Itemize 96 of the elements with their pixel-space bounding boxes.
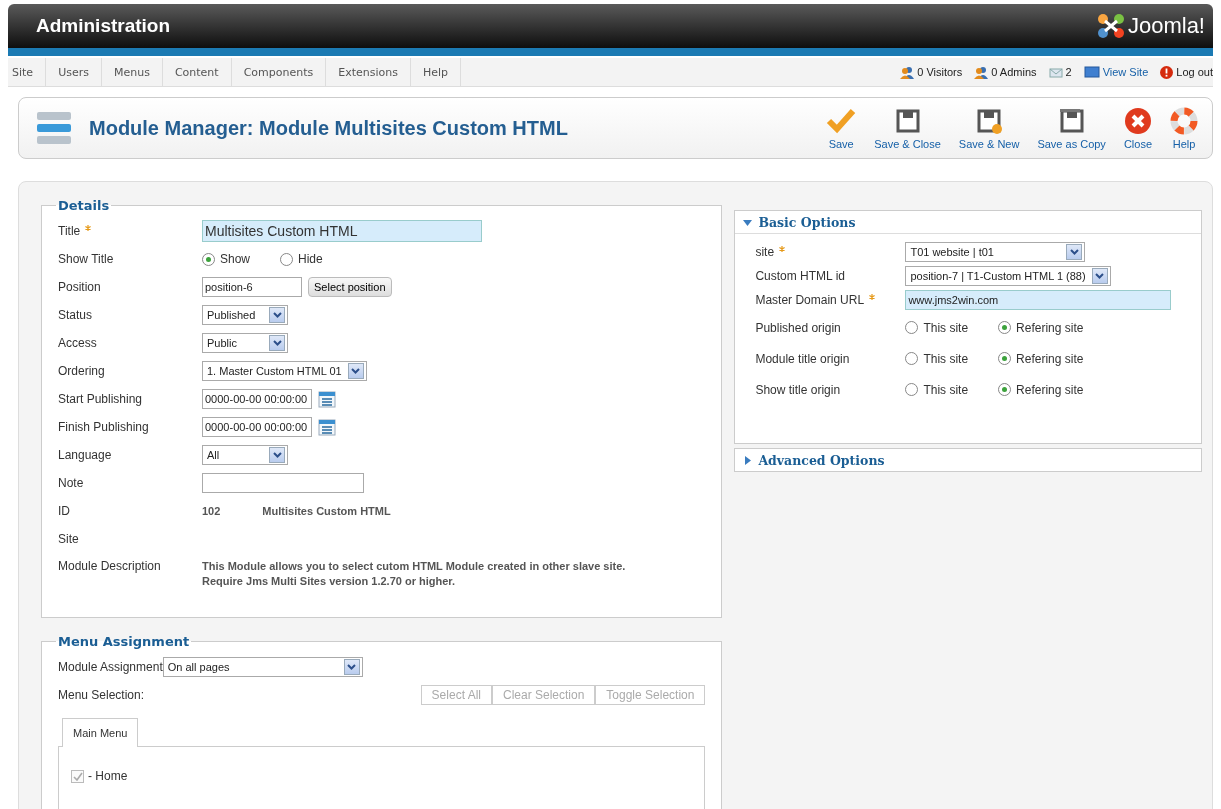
radio-button[interactable] xyxy=(998,321,1012,334)
menu-item[interactable]: Users xyxy=(46,58,102,86)
field-label: Status xyxy=(58,308,93,322)
logo-text: Joomla! xyxy=(1127,13,1205,39)
field-label: Show Title xyxy=(58,252,114,266)
panel-header[interactable]: Basic Options xyxy=(735,211,1201,234)
menu-item[interactable]: Menus xyxy=(101,58,163,86)
text-field[interactable]: Multisites Custom HTML xyxy=(202,220,482,242)
dropdown[interactable]: 1. Master Custom HTML 01 xyxy=(202,361,367,381)
static-value: 102 xyxy=(202,505,221,517)
radio-button[interactable] xyxy=(905,352,919,365)
users-icon xyxy=(900,65,915,79)
dropdown[interactable]: All xyxy=(202,445,288,465)
module-description: This Module allows you to select cutom HTML Module created in other slave site. Require Jms Multi Sites version 1.2.70 or higher. xyxy=(202,559,626,589)
menu-item-label: - Home xyxy=(88,769,128,783)
static-value: Multisites Custom HTML xyxy=(262,505,391,517)
field-label: Module Description xyxy=(58,559,161,573)
radio-label: Refering site xyxy=(1016,320,1084,335)
radio-label: This site xyxy=(923,351,969,366)
field-label: Access xyxy=(58,336,97,350)
header-title: Administration xyxy=(36,15,171,37)
toolbar-button[interactable]: Close xyxy=(1115,104,1160,152)
menu-item[interactable]: Components xyxy=(231,58,327,86)
field-label: Master Domain URL xyxy=(755,293,865,307)
menu-tab[interactable]: Main Menu xyxy=(62,718,139,747)
menu-item[interactable]: Extensions xyxy=(326,58,411,86)
monitor-icon xyxy=(1083,66,1100,78)
dropdown[interactable]: Published xyxy=(202,305,288,325)
field-label: site xyxy=(755,245,775,259)
logo-icon xyxy=(1095,13,1126,39)
logout-icon xyxy=(1160,65,1174,79)
radio-label: Refering site xyxy=(1016,351,1084,366)
check-icon xyxy=(826,106,857,135)
date-field[interactable]: 0000-00-00 00:00:00 xyxy=(202,417,312,437)
toolbar-button[interactable]: Save & New xyxy=(950,104,1028,152)
radio-label: This site xyxy=(923,320,969,335)
section-legend: Menu Assignment xyxy=(56,634,192,649)
select-position-button[interactable]: Select position xyxy=(308,277,392,297)
radio-label: Hide xyxy=(298,252,323,266)
field-label: Finish Publishing xyxy=(58,420,149,434)
status-link[interactable]: Log out xyxy=(1176,66,1213,78)
toolbar-button[interactable]: Help xyxy=(1162,104,1206,152)
field-label: Note xyxy=(58,476,84,490)
toolbar-button[interactable]: Save & Close xyxy=(866,104,949,152)
field-label: ID xyxy=(58,504,70,518)
radio-button[interactable] xyxy=(905,383,919,396)
radio-label: This site xyxy=(923,382,969,397)
dropdown[interactable]: T01 website | t01 xyxy=(905,242,1086,262)
date-field[interactable]: 0000-00-00 00:00:00 xyxy=(202,389,312,409)
status-text: 0 Admins xyxy=(991,66,1037,78)
radio-label: Refering site xyxy=(1016,382,1084,397)
field-label: Language xyxy=(58,448,112,462)
text-field[interactable]: www.jms2win.com xyxy=(905,290,1172,310)
field-label: Published origin xyxy=(755,320,841,335)
triangle-icon xyxy=(743,217,753,227)
menu-item[interactable]: Site xyxy=(8,58,47,86)
note-field[interactable] xyxy=(202,473,364,493)
field-label: Menu Selection: xyxy=(58,688,145,702)
calendar-icon[interactable] xyxy=(318,390,336,408)
status-text: 0 Visitors xyxy=(917,66,963,78)
radio-button[interactable] xyxy=(202,252,215,266)
close-icon xyxy=(1123,106,1152,135)
triangle-icon xyxy=(743,455,753,465)
menu-item[interactable]: Content xyxy=(162,58,232,86)
status-link[interactable]: View Site xyxy=(1102,66,1149,78)
checkbox[interactable] xyxy=(71,769,84,783)
field-label: Ordering xyxy=(58,364,105,378)
field-label: Module Assignment xyxy=(58,660,163,674)
field-label: Start Publishing xyxy=(58,392,143,406)
section-legend: Details xyxy=(56,198,112,213)
panel-header[interactable]: Advanced Options xyxy=(735,449,1201,471)
calendar-icon[interactable] xyxy=(318,418,336,436)
field-label: Title xyxy=(58,224,81,238)
status-text: 2 xyxy=(1065,66,1072,78)
field-label: Show title origin xyxy=(755,382,841,397)
radio-label: Show xyxy=(220,252,251,266)
menu-item[interactable]: Help xyxy=(410,58,462,86)
radio-button[interactable] xyxy=(998,383,1012,396)
radio-button[interactable] xyxy=(905,321,919,334)
radio-button[interactable] xyxy=(280,252,294,266)
field-label: Custom HTML id xyxy=(755,269,845,283)
radio-button[interactable] xyxy=(998,352,1012,365)
text-field[interactable]: position-6 xyxy=(202,277,302,297)
dropdown[interactable]: Public xyxy=(202,333,288,353)
module-icon xyxy=(37,110,71,146)
envelope-icon xyxy=(1048,66,1063,78)
toolbar-button[interactable]: Save xyxy=(818,104,865,152)
lifebuoy-icon xyxy=(1170,106,1198,135)
users-icon xyxy=(974,65,989,79)
field-label: Site xyxy=(58,532,79,546)
toolbar-button[interactable]: Save as Copy xyxy=(1029,104,1114,152)
page-title: Module Manager: Module Multisites Custom HTML xyxy=(89,116,569,140)
dropdown[interactable]: position-7 | T1-Custom HTML 1 (88) xyxy=(905,266,1111,286)
field-label: Position xyxy=(58,280,101,294)
dropdown[interactable]: On all pages xyxy=(162,657,363,677)
field-label: Module title origin xyxy=(755,351,850,366)
